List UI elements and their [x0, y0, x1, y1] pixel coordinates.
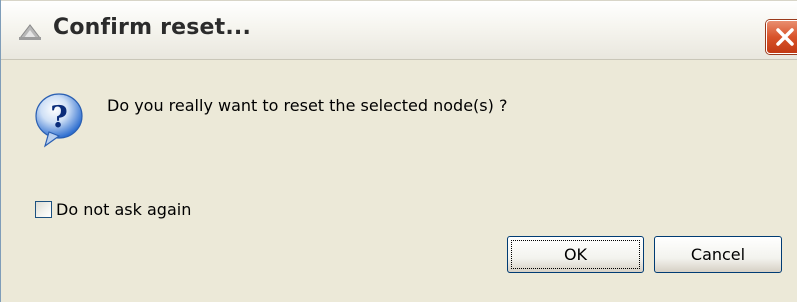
close-button[interactable]: [766, 20, 797, 54]
window-title: Confirm reset...: [53, 15, 252, 40]
dialog-content: ? Do you really want to reset the select…: [1, 60, 797, 302]
confirm-reset-dialog: Confirm reset... ? Do you really want to…: [0, 0, 797, 302]
do-not-ask-again-checkbox[interactable]: [35, 200, 52, 218]
ok-button[interactable]: OK: [507, 236, 644, 273]
do-not-ask-again-option[interactable]: Do not ask again: [35, 198, 191, 220]
title-bar[interactable]: Confirm reset...: [1, 0, 797, 60]
cancel-button[interactable]: Cancel: [654, 236, 782, 273]
svg-text:?: ?: [50, 100, 68, 135]
close-icon: [776, 28, 794, 46]
cancel-button-label: Cancel: [690, 245, 746, 264]
app-icon: [17, 21, 43, 41]
question-icon: ?: [33, 92, 85, 148]
do-not-ask-again-label[interactable]: Do not ask again: [56, 200, 191, 219]
focus-ring: [511, 240, 640, 269]
confirm-message: Do you really want to reset the selected…: [107, 96, 508, 115]
